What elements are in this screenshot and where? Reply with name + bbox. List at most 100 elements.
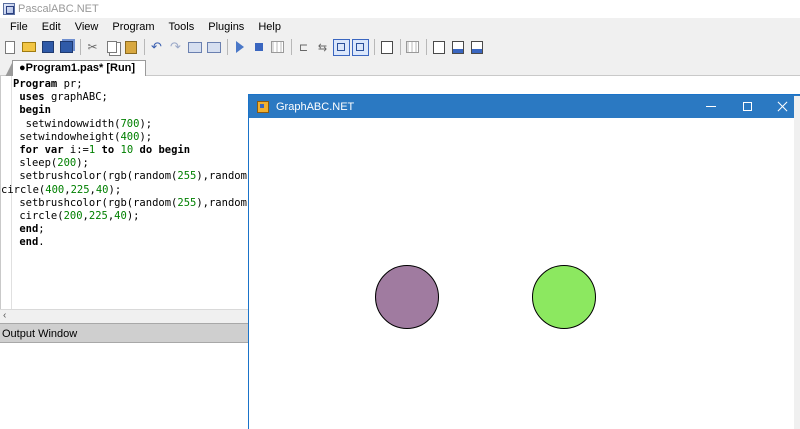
document-button[interactable] [430, 39, 447, 56]
save-all-icon [60, 41, 73, 53]
toolbar-separator [144, 39, 145, 55]
ide-title-bar: PascalABC.NET [0, 0, 800, 18]
left-circle [375, 265, 439, 329]
ide-title-text: PascalABC.NET [18, 3, 99, 15]
document-save-icon [470, 40, 483, 54]
grid-view-icon [406, 41, 419, 53]
save-button[interactable] [39, 39, 56, 56]
code-line: begin [19, 104, 51, 117]
new-file-button[interactable] [1, 39, 18, 56]
run-icon [235, 41, 244, 53]
debug-grid-icon [271, 41, 284, 53]
redo-button[interactable]: ↷ [167, 39, 184, 56]
undo-button[interactable]: ↶ [148, 39, 165, 56]
editor-tabstrip: ●Program1.pas* [Run] [0, 58, 800, 77]
code-line: setbrushcolor(rgb(random(255),random [13, 170, 247, 183]
code-line: sleep(200); [13, 157, 89, 170]
undo-icon: ↶ [151, 39, 162, 54]
cut-button[interactable]: ✂ [84, 39, 101, 56]
toolbar-separator [374, 39, 375, 55]
comment-icon: ⊏ [298, 41, 309, 54]
run-button[interactable] [231, 39, 248, 56]
minimize-button[interactable] [693, 95, 729, 118]
toggle-output-inner [337, 42, 345, 51]
cut-icon: ✂ [87, 40, 98, 54]
menu-help[interactable]: Help [252, 18, 289, 36]
code-line: circle(400,225,40); [1, 183, 122, 196]
menu-file[interactable]: File [4, 18, 36, 36]
navigate-back-button[interactable] [186, 39, 203, 56]
maximize-button[interactable] [729, 95, 765, 118]
navigate-forward-button[interactable] [205, 39, 222, 56]
menu-edit[interactable]: Edit [36, 18, 69, 36]
tab-program1[interactable]: ●Program1.pas* [Run] [4, 60, 147, 77]
toggle-panel-button[interactable] [352, 38, 369, 56]
code-line: uses graphABC; [19, 91, 108, 104]
toolbar-separator [291, 39, 292, 55]
toolbar-separator [426, 39, 427, 55]
menu-plugins[interactable]: Plugins [202, 18, 252, 36]
ide-right-scrollbar[interactable] [794, 96, 800, 429]
document-export-icon [451, 40, 464, 54]
toolbar-separator [227, 39, 228, 55]
grid-view-button[interactable] [404, 39, 421, 56]
pascalabc-ide-window: PascalABC.NET File Edit View Program Too… [0, 0, 800, 429]
code-area[interactable]: Program pr; uses graphABC; begin setwind… [1, 78, 249, 249]
menu-view[interactable]: View [69, 18, 107, 36]
menu-program[interactable]: Program [106, 18, 162, 36]
toolbar: ✂ ↶ ↷ ⊏ ⇆ [0, 36, 800, 58]
navigate-back-icon [187, 41, 202, 53]
copy-button[interactable] [103, 39, 120, 56]
paste-button[interactable] [122, 39, 139, 56]
toggle-output-button[interactable] [333, 38, 350, 56]
code-line: for var i:=1 to 10 do begin [19, 143, 191, 156]
graph-window[interactable]: GraphABC.NET [248, 94, 800, 429]
toggle-panel-inner [356, 42, 364, 51]
editor-horizontal-scrollbar[interactable]: ‹ [0, 309, 248, 321]
format-button[interactable] [378, 39, 395, 56]
graph-window-title: GraphABC.NET [276, 100, 355, 113]
document-save-button[interactable] [468, 39, 485, 56]
toggle-output-icon [333, 38, 350, 56]
pascalabc-app-icon [3, 3, 15, 15]
stop-button[interactable] [250, 39, 267, 56]
output-window-title: Output Window [2, 328, 78, 340]
toggle-panel-icon [352, 38, 369, 56]
paste-icon [124, 40, 137, 54]
save-all-button[interactable] [58, 39, 75, 56]
output-window-body[interactable] [0, 343, 248, 429]
open-folder-button[interactable] [20, 39, 37, 56]
copy-icon [106, 41, 117, 53]
uncomment-icon: ⇆ [317, 41, 328, 54]
open-folder-icon [21, 42, 36, 52]
code-editor[interactable]: Program pr; uses graphABC; begin setwind… [0, 76, 248, 320]
debug-grid-button[interactable] [269, 39, 286, 56]
minimize-icon [706, 106, 716, 107]
code-line: Program pr; [13, 78, 83, 90]
graph-canvas-svg [375, 265, 596, 329]
graphabc-app-icon [257, 100, 269, 113]
editor-gutter [11, 76, 12, 320]
format-icon [380, 40, 393, 54]
save-icon [41, 41, 54, 53]
toolbar-separator [400, 39, 401, 55]
close-icon [777, 101, 788, 112]
editor-right-area [248, 76, 800, 96]
code-line: circle(200,225,40); [13, 209, 140, 222]
navigate-forward-icon [206, 41, 221, 53]
uncomment-button[interactable]: ⇆ [314, 39, 331, 56]
code-line: end. [19, 236, 45, 249]
document-export-button[interactable] [449, 39, 466, 56]
stop-icon [254, 43, 263, 51]
code-line: setwindowheight(400); [13, 130, 153, 143]
right-circle [532, 265, 596, 329]
maximize-icon [742, 102, 752, 111]
new-file-icon [4, 40, 15, 54]
menu-tools[interactable]: Tools [163, 18, 203, 36]
document-icon [432, 40, 445, 54]
scroll-left-arrow-icon[interactable]: ‹ [3, 310, 6, 321]
comment-button[interactable]: ⊏ [295, 39, 312, 56]
graph-window-titlebar[interactable]: GraphABC.NET [249, 95, 800, 118]
code-line: setwindowwidth(700); [13, 117, 153, 130]
code-line: setbrushcolor(rgb(random(255),random [13, 196, 247, 209]
